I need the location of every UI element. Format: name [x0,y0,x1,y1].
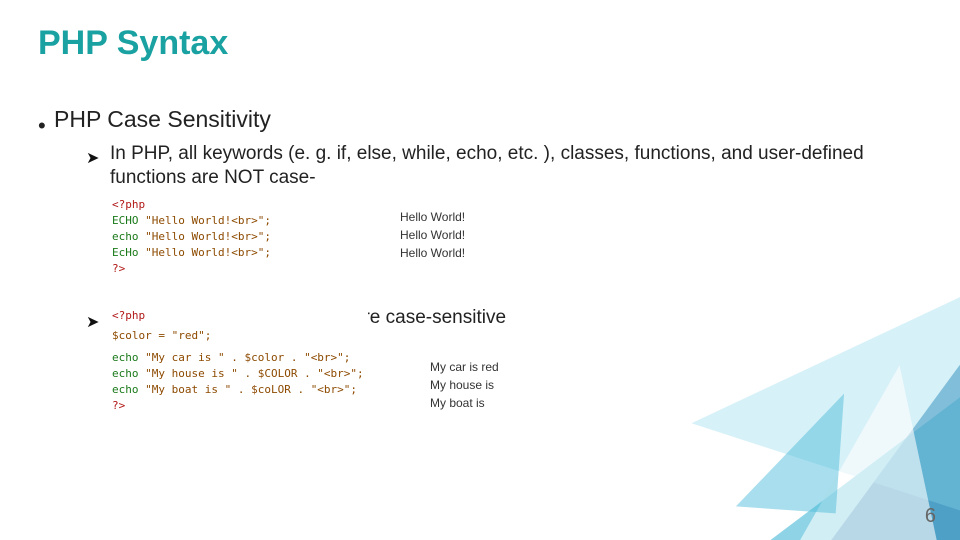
decorative-background [530,170,960,540]
kw: ECHO [112,214,139,227]
str: "Hello World!<br>"; [145,246,271,259]
php-close-tag: ?> [112,399,125,412]
output-block-2: My car is red My house is My boat is [430,358,499,412]
kw: echo [112,351,139,364]
kw: echo [112,230,139,243]
arrow-icon: ➤ [86,312,99,332]
php-close-tag: ?> [112,262,125,275]
arrow-icon: ➤ [86,148,99,168]
output-block-1: Hello World! Hello World! Hello World! [400,208,465,262]
str: "My boat is " . $coLOR . "<br>"; [145,383,357,396]
code-block-1: <?php ECHO "Hello World!<br>"; echo "Hel… [112,197,271,277]
str: "My house is " . $COLOR . "<br>"; [145,367,364,380]
php-open-tag: <?php [112,309,145,322]
output-line: My house is [430,376,499,394]
kw: echo [112,383,139,396]
str: "Hello World!<br>"; [145,230,271,243]
bullet-icon: • [38,113,46,139]
code-block-2: <?php $color = "red"; echo "My car is " … [112,306,368,416]
bullet-1-text: In PHP, all keywords (e. g. if, else, wh… [110,142,880,190]
code-line: $color = "red"; [112,329,211,342]
section-heading: PHP Case Sensitivity [54,106,271,133]
kw: EcHo [112,246,139,259]
output-line: My boat is [430,394,499,412]
output-line: Hello World! [400,208,465,226]
output-line: Hello World! [400,244,465,262]
str: "My car is " . $color . "<br>"; [145,351,350,364]
kw: echo [112,367,139,380]
output-line: My car is red [430,358,499,376]
slide: { "title": "PHP Syntax", "heading": "PHP… [0,0,960,540]
slide-title: PHP Syntax [38,24,228,63]
page-number: 6 [925,505,936,528]
php-open-tag: <?php [112,198,145,211]
output-line: Hello World! [400,226,465,244]
str: "Hello World!<br>"; [145,214,271,227]
